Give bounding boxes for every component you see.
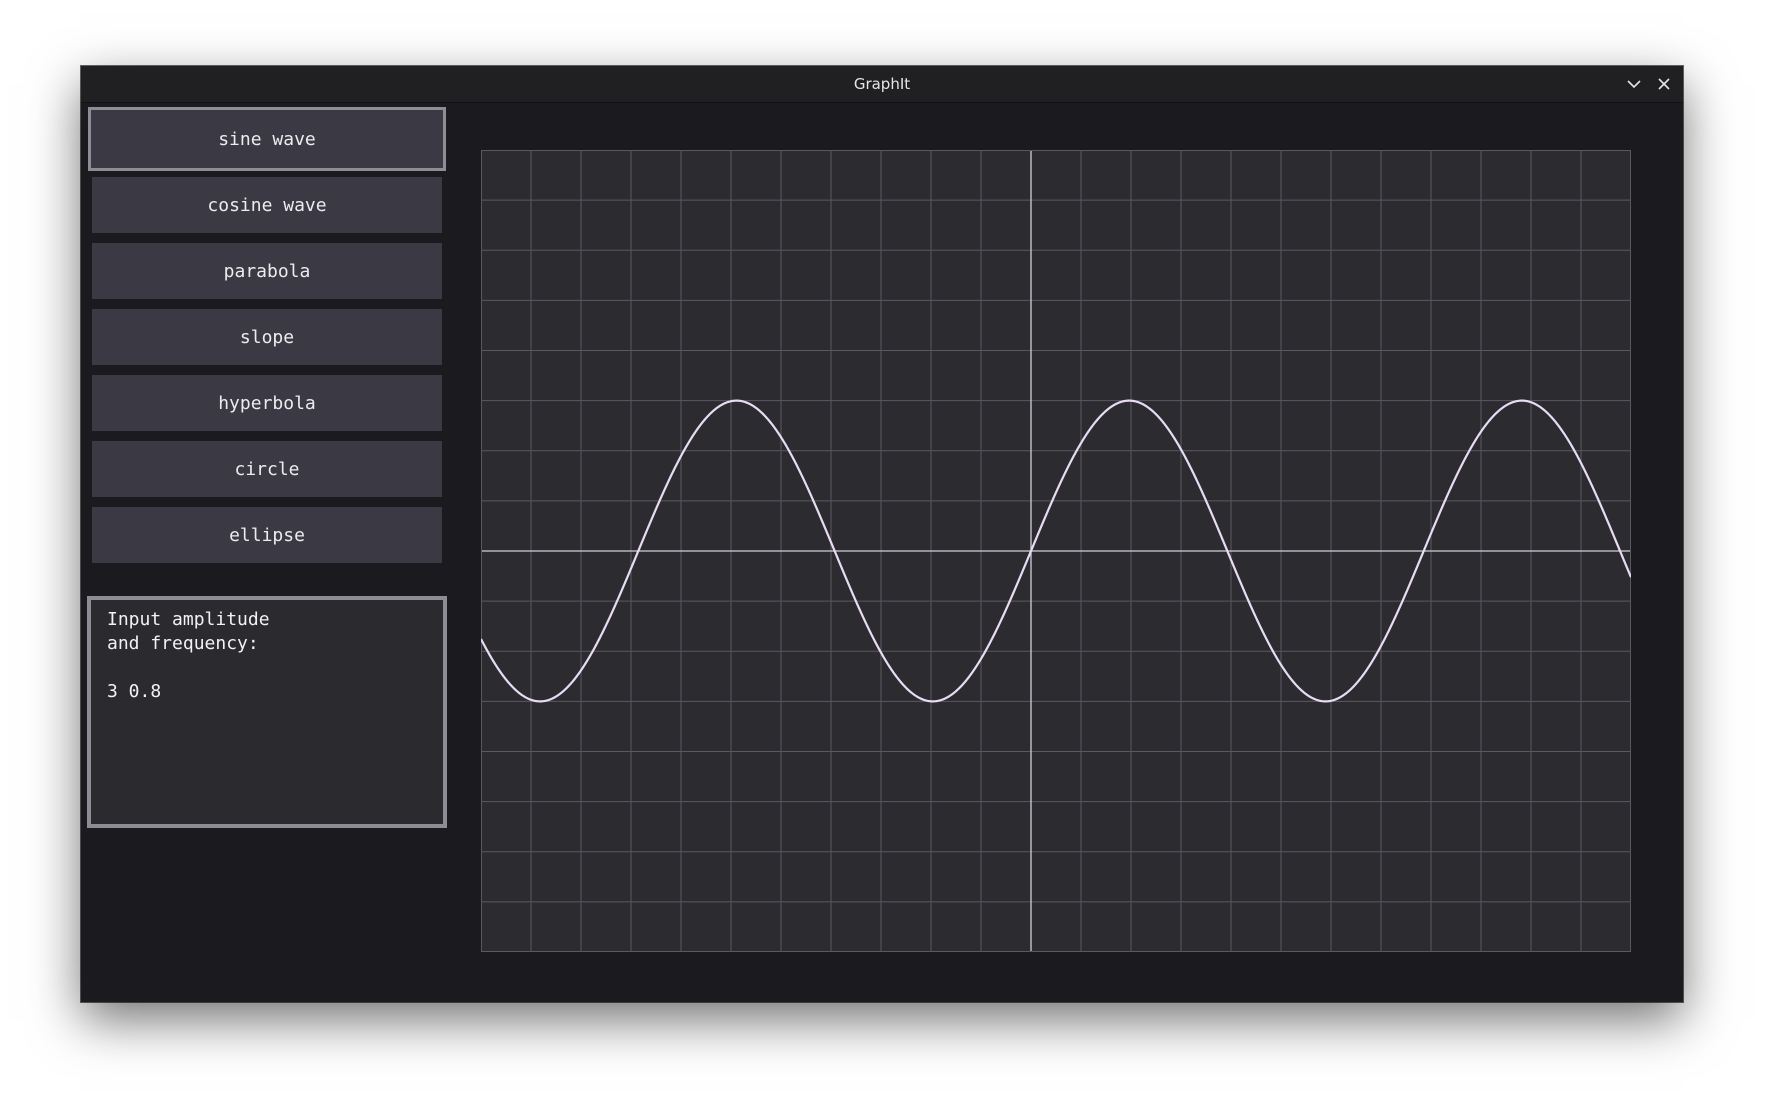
chevron-down-icon [1627, 80, 1641, 89]
input-prompt-line-1: Input amplitude [107, 609, 270, 630]
hyperbola-button[interactable]: hyperbola [92, 375, 442, 431]
sine-wave-button[interactable]: sine wave [88, 107, 446, 171]
amplitude-frequency-input[interactable]: Input amplitude and frequency: 3 0.8 [87, 596, 447, 828]
window-title: GraphIt [853, 75, 911, 93]
parabola-button[interactable]: parabola [92, 243, 442, 299]
graph-canvas[interactable] [481, 150, 1631, 952]
input-prompt-line-2: and frequency: [107, 633, 259, 654]
ellipse-button[interactable]: ellipse [92, 507, 442, 563]
minimize-button[interactable] [1624, 74, 1644, 94]
input-value[interactable]: 3 0.8 [107, 680, 427, 704]
close-button[interactable] [1654, 74, 1674, 94]
app-window: GraphIt sine wave cosine wave parabola s… [81, 66, 1683, 1002]
input-blank-line [107, 656, 427, 680]
title-bar: GraphIt [81, 66, 1683, 103]
slope-button[interactable]: slope [92, 309, 442, 365]
close-icon [1658, 78, 1670, 90]
cosine-wave-button[interactable]: cosine wave [92, 177, 442, 233]
circle-button[interactable]: circle [92, 441, 442, 497]
